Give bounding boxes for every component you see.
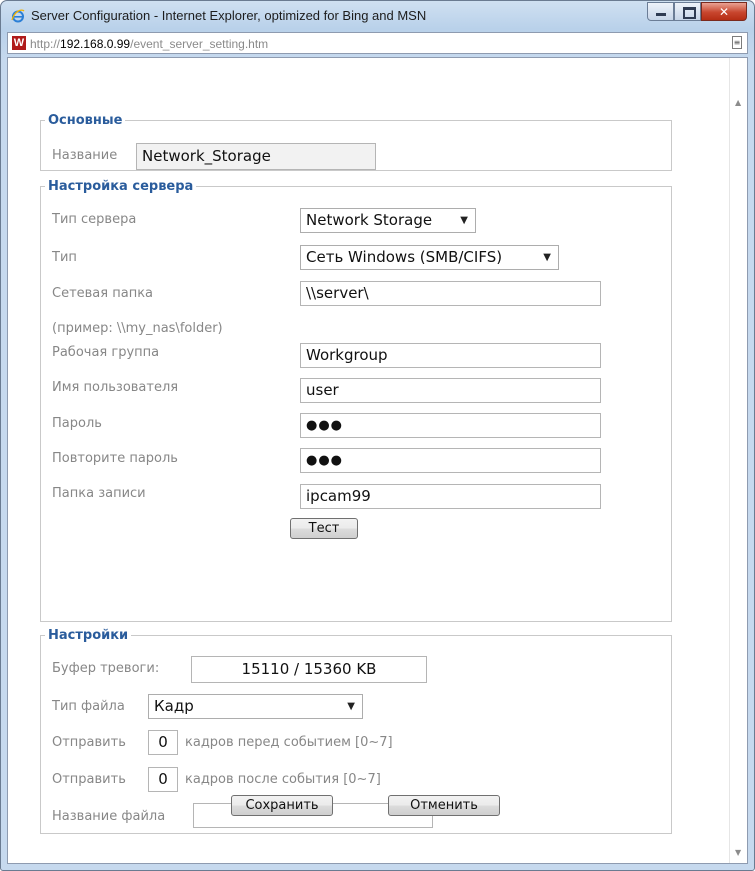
address-bar[interactable]: W http://192.168.0.99/event_server_setti… bbox=[7, 32, 748, 54]
compatibility-view-icon[interactable]: ≡ bbox=[732, 36, 742, 49]
password-repeat-field[interactable]: ●●● bbox=[300, 448, 601, 473]
window-title: Server Configuration - Internet Explorer… bbox=[31, 8, 427, 23]
send-after-label: Отправить bbox=[52, 772, 126, 787]
page-content: Основные Название Network_Storage Настро… bbox=[7, 57, 748, 864]
server-type-label: Тип сервера bbox=[52, 212, 137, 227]
frames-before-field[interactable]: 0 bbox=[148, 730, 178, 755]
password-field[interactable]: ●●● bbox=[300, 413, 601, 438]
frames-after-field[interactable]: 0 bbox=[148, 767, 178, 792]
close-button[interactable]: ✕ bbox=[701, 2, 747, 21]
password-repeat-label: Повторите пароль bbox=[52, 451, 178, 466]
workgroup-field[interactable]: Workgroup bbox=[300, 343, 601, 368]
scroll-up-icon[interactable]: ▲ bbox=[735, 98, 741, 107]
password-label: Пароль bbox=[52, 416, 102, 431]
server-settings-group: Настройка сервера Тип сервера Network St… bbox=[40, 179, 672, 622]
minimize-button[interactable] bbox=[647, 2, 674, 21]
basic-group: Основные Название Network_Storage bbox=[40, 113, 672, 171]
record-folder-label: Папка записи bbox=[52, 486, 146, 501]
server-type-value: Network Storage bbox=[306, 211, 433, 229]
file-type-select[interactable]: Кадр ▼ bbox=[148, 694, 363, 719]
window-controls: ✕ bbox=[647, 2, 747, 21]
scroll-down-icon[interactable]: ▼ bbox=[735, 848, 741, 857]
chevron-down-icon: ▼ bbox=[460, 215, 468, 226]
maximize-icon bbox=[683, 7, 696, 19]
server-settings-legend: Настройка сервера bbox=[48, 179, 194, 194]
url-text[interactable]: http://192.168.0.99/event_server_setting… bbox=[30, 37, 268, 51]
name-label: Название bbox=[52, 148, 118, 163]
minimize-icon bbox=[656, 13, 666, 16]
file-name-label: Название файла bbox=[52, 809, 166, 824]
send-before-label: Отправить bbox=[52, 735, 126, 750]
type-value: Сеть Windows (SMB/CIFS) bbox=[306, 248, 503, 266]
share-label: Сетевая папка bbox=[52, 286, 154, 301]
workgroup-label: Рабочая группа bbox=[52, 345, 160, 360]
cancel-button[interactable]: Отменить bbox=[388, 795, 500, 816]
file-type-label: Тип файла bbox=[52, 699, 125, 714]
alarm-buffer-field: 15110 / 15360 KB bbox=[191, 656, 427, 683]
site-icon: W bbox=[12, 36, 26, 50]
frames-before-text: кадров перед событием [0~7] bbox=[185, 735, 393, 750]
chevron-down-icon: ▼ bbox=[543, 252, 551, 263]
username-field[interactable]: user bbox=[300, 378, 601, 403]
share-field[interactable]: \\server\ bbox=[300, 281, 601, 306]
frames-after-text: кадров после события [0~7] bbox=[185, 772, 381, 787]
server-type-select[interactable]: Network Storage ▼ bbox=[300, 208, 476, 233]
close-icon: ✕ bbox=[718, 4, 730, 19]
title-bar[interactable]: Server Configuration - Internet Explorer… bbox=[1, 1, 754, 31]
test-button[interactable]: Тест bbox=[290, 518, 358, 539]
url-host: 192.168.0.99 bbox=[60, 37, 131, 51]
url-prefix: http:// bbox=[30, 37, 61, 51]
save-button[interactable]: Сохранить bbox=[231, 795, 333, 816]
type-select[interactable]: Сеть Windows (SMB/CIFS) ▼ bbox=[300, 245, 559, 270]
type-label: Тип bbox=[52, 250, 77, 265]
browser-window: Server Configuration - Internet Explorer… bbox=[0, 0, 755, 871]
maximize-button[interactable] bbox=[674, 2, 701, 21]
settings-group: Настройки Буфер тревоги: 15110 / 15360 K… bbox=[40, 628, 672, 834]
name-field[interactable]: Network_Storage bbox=[136, 143, 376, 170]
internet-explorer-icon bbox=[11, 9, 25, 23]
chevron-down-icon: ▼ bbox=[347, 701, 355, 712]
url-path: /event_server_setting.htm bbox=[130, 37, 269, 51]
username-label: Имя пользователя bbox=[52, 380, 179, 395]
settings-legend: Настройки bbox=[48, 628, 129, 643]
vertical-scrollbar[interactable]: ▲ ▼ bbox=[729, 58, 747, 863]
share-example: (пример: \\my_nas\folder) bbox=[52, 321, 223, 336]
alarm-buffer-label: Буфер тревоги: bbox=[52, 661, 160, 676]
record-folder-field[interactable]: ipcam99 bbox=[300, 484, 601, 509]
basic-legend: Основные bbox=[48, 113, 123, 128]
file-type-value: Кадр bbox=[154, 697, 194, 715]
